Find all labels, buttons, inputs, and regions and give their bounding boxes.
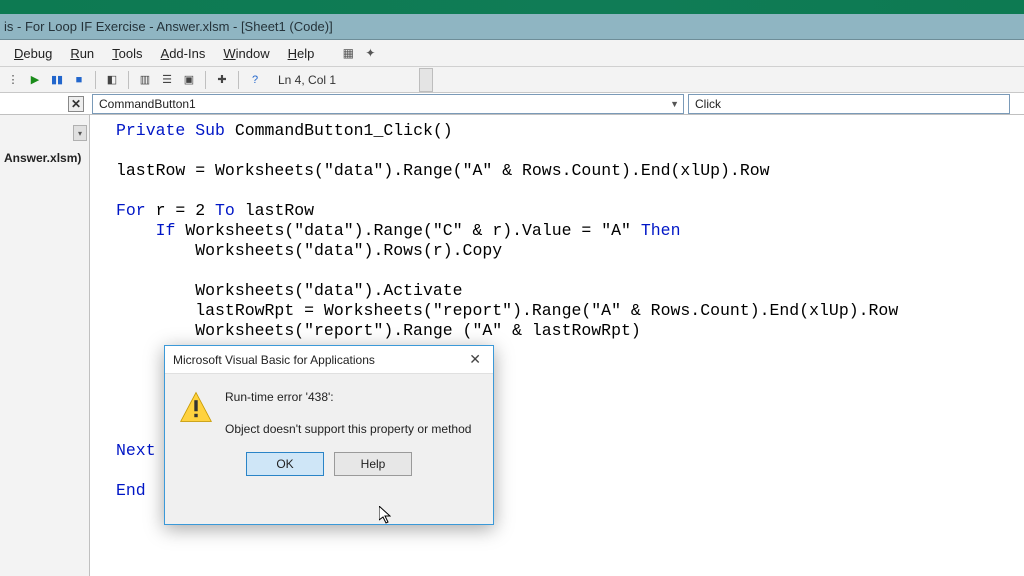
menu-debug[interactable]: Debug xyxy=(8,44,58,63)
kw-for: For xyxy=(116,201,146,220)
code-text: & r).Value = xyxy=(463,221,602,240)
properties-icon[interactable]: ☰ xyxy=(158,71,176,89)
window-title-bar: is - For Loop IF Exercise - Answer.xlsm … xyxy=(0,14,1024,40)
toolbar-scroll-thumb[interactable] xyxy=(419,68,433,92)
toolbar-icon-a[interactable]: ▦ xyxy=(340,45,356,61)
kw-then: Then xyxy=(641,221,681,240)
menu-help[interactable]: Help xyxy=(282,44,321,63)
menu-run[interactable]: Run xyxy=(64,44,100,63)
code-str: "data" xyxy=(294,221,353,240)
code-text: Worksheets( xyxy=(175,221,294,240)
toolbar: ⋮ ▶ ▮▮ ■ ◧ ▥ ☰ ▣ ✚ ? Ln 4, Col 1 xyxy=(0,67,1024,93)
code-header-row: ✕ CommandButton1 ▼ Click xyxy=(0,93,1024,115)
stop-icon[interactable]: ■ xyxy=(70,71,88,89)
code-str: "A" xyxy=(463,161,493,180)
kw-sub: Sub xyxy=(195,121,225,140)
menu-bar: Debug Run Tools Add-Ins Window Help ▦ ✦ xyxy=(0,40,1024,67)
kw-next: Next xyxy=(116,441,156,460)
help-icon[interactable]: ? xyxy=(246,71,264,89)
dialog-error-message: Object doesn't support this property or … xyxy=(225,422,471,436)
object-browser-icon[interactable]: ▣ xyxy=(180,71,198,89)
kw-end: End xyxy=(116,481,146,500)
run-icon[interactable]: ▶ xyxy=(26,71,44,89)
code-text: Worksheets("data").Activate xyxy=(116,281,463,300)
code-text xyxy=(146,481,156,500)
project-collapse-icon[interactable]: ▾ xyxy=(73,125,87,141)
help-button[interactable]: Help xyxy=(334,452,412,476)
menu-window[interactable]: Window xyxy=(217,44,275,63)
menu-tools[interactable]: Tools xyxy=(106,44,148,63)
kw-if: If xyxy=(156,221,176,240)
project-explorer-icon[interactable]: ▥ xyxy=(136,71,154,89)
code-text: CommandButton1_Click() xyxy=(225,121,453,140)
code-text: Worksheets("report").Range ("A" & lastRo… xyxy=(116,321,641,340)
tool-separator-icon: ⋮ xyxy=(4,71,22,89)
design-mode-icon[interactable]: ◧ xyxy=(103,71,121,89)
procedure-dropdown[interactable]: Click xyxy=(688,94,1010,114)
workspace: ▾ Answer.xlsm) Private Sub CommandButton… xyxy=(0,115,1024,576)
object-dropdown[interactable]: CommandButton1 ▼ xyxy=(92,94,684,114)
code-text: ).Range( xyxy=(354,221,433,240)
code-text: & Rows.Count).End(xlUp).Row xyxy=(492,161,769,180)
code-text: lastRow = Worksheets( xyxy=(116,161,324,180)
code-text: r = 2 xyxy=(146,201,215,220)
warning-icon xyxy=(179,390,213,424)
dialog-title: Microsoft Visual Basic for Applications xyxy=(173,353,375,367)
pause-icon[interactable]: ▮▮ xyxy=(48,71,66,89)
menu-addins[interactable]: Add-Ins xyxy=(155,44,212,63)
project-file-label[interactable]: Answer.xlsm) xyxy=(4,151,81,165)
window-title: is - For Loop IF Exercise - Answer.xlsm … xyxy=(4,19,333,34)
dialog-error-code: Run-time error '438': xyxy=(225,390,471,404)
code-str: "data" xyxy=(324,161,383,180)
kw-to: To xyxy=(215,201,235,220)
code-text xyxy=(631,221,641,240)
code-str: "A" xyxy=(601,221,631,240)
code-text xyxy=(116,221,156,240)
kw-private: Private xyxy=(116,121,185,140)
toolbox-icon[interactable]: ✚ xyxy=(213,71,231,89)
code-text: ).Range( xyxy=(383,161,462,180)
dialog-titlebar[interactable]: Microsoft Visual Basic for Applications … xyxy=(165,346,493,374)
error-dialog: Microsoft Visual Basic for Applications … xyxy=(164,345,494,525)
object-dropdown-value: CommandButton1 xyxy=(99,97,196,111)
toolbar-icon-b[interactable]: ✦ xyxy=(362,45,378,61)
app-top-strip xyxy=(0,0,1024,14)
code-str: "C" xyxy=(433,221,463,240)
cursor-position: Ln 4, Col 1 xyxy=(268,73,336,87)
close-pane-icon[interactable]: ✕ xyxy=(68,96,84,112)
code-text: lastRowRpt = Worksheets("report").Range(… xyxy=(116,301,898,320)
code-text: lastRow xyxy=(235,201,314,220)
ok-button[interactable]: OK xyxy=(246,452,324,476)
project-explorer[interactable]: ▾ Answer.xlsm) xyxy=(0,115,90,576)
close-icon[interactable]: ✕ xyxy=(465,351,485,368)
code-text: Worksheets("data").Rows(r).Copy xyxy=(116,241,502,260)
procedure-dropdown-value: Click xyxy=(695,97,721,111)
chevron-down-icon: ▼ xyxy=(670,99,679,109)
